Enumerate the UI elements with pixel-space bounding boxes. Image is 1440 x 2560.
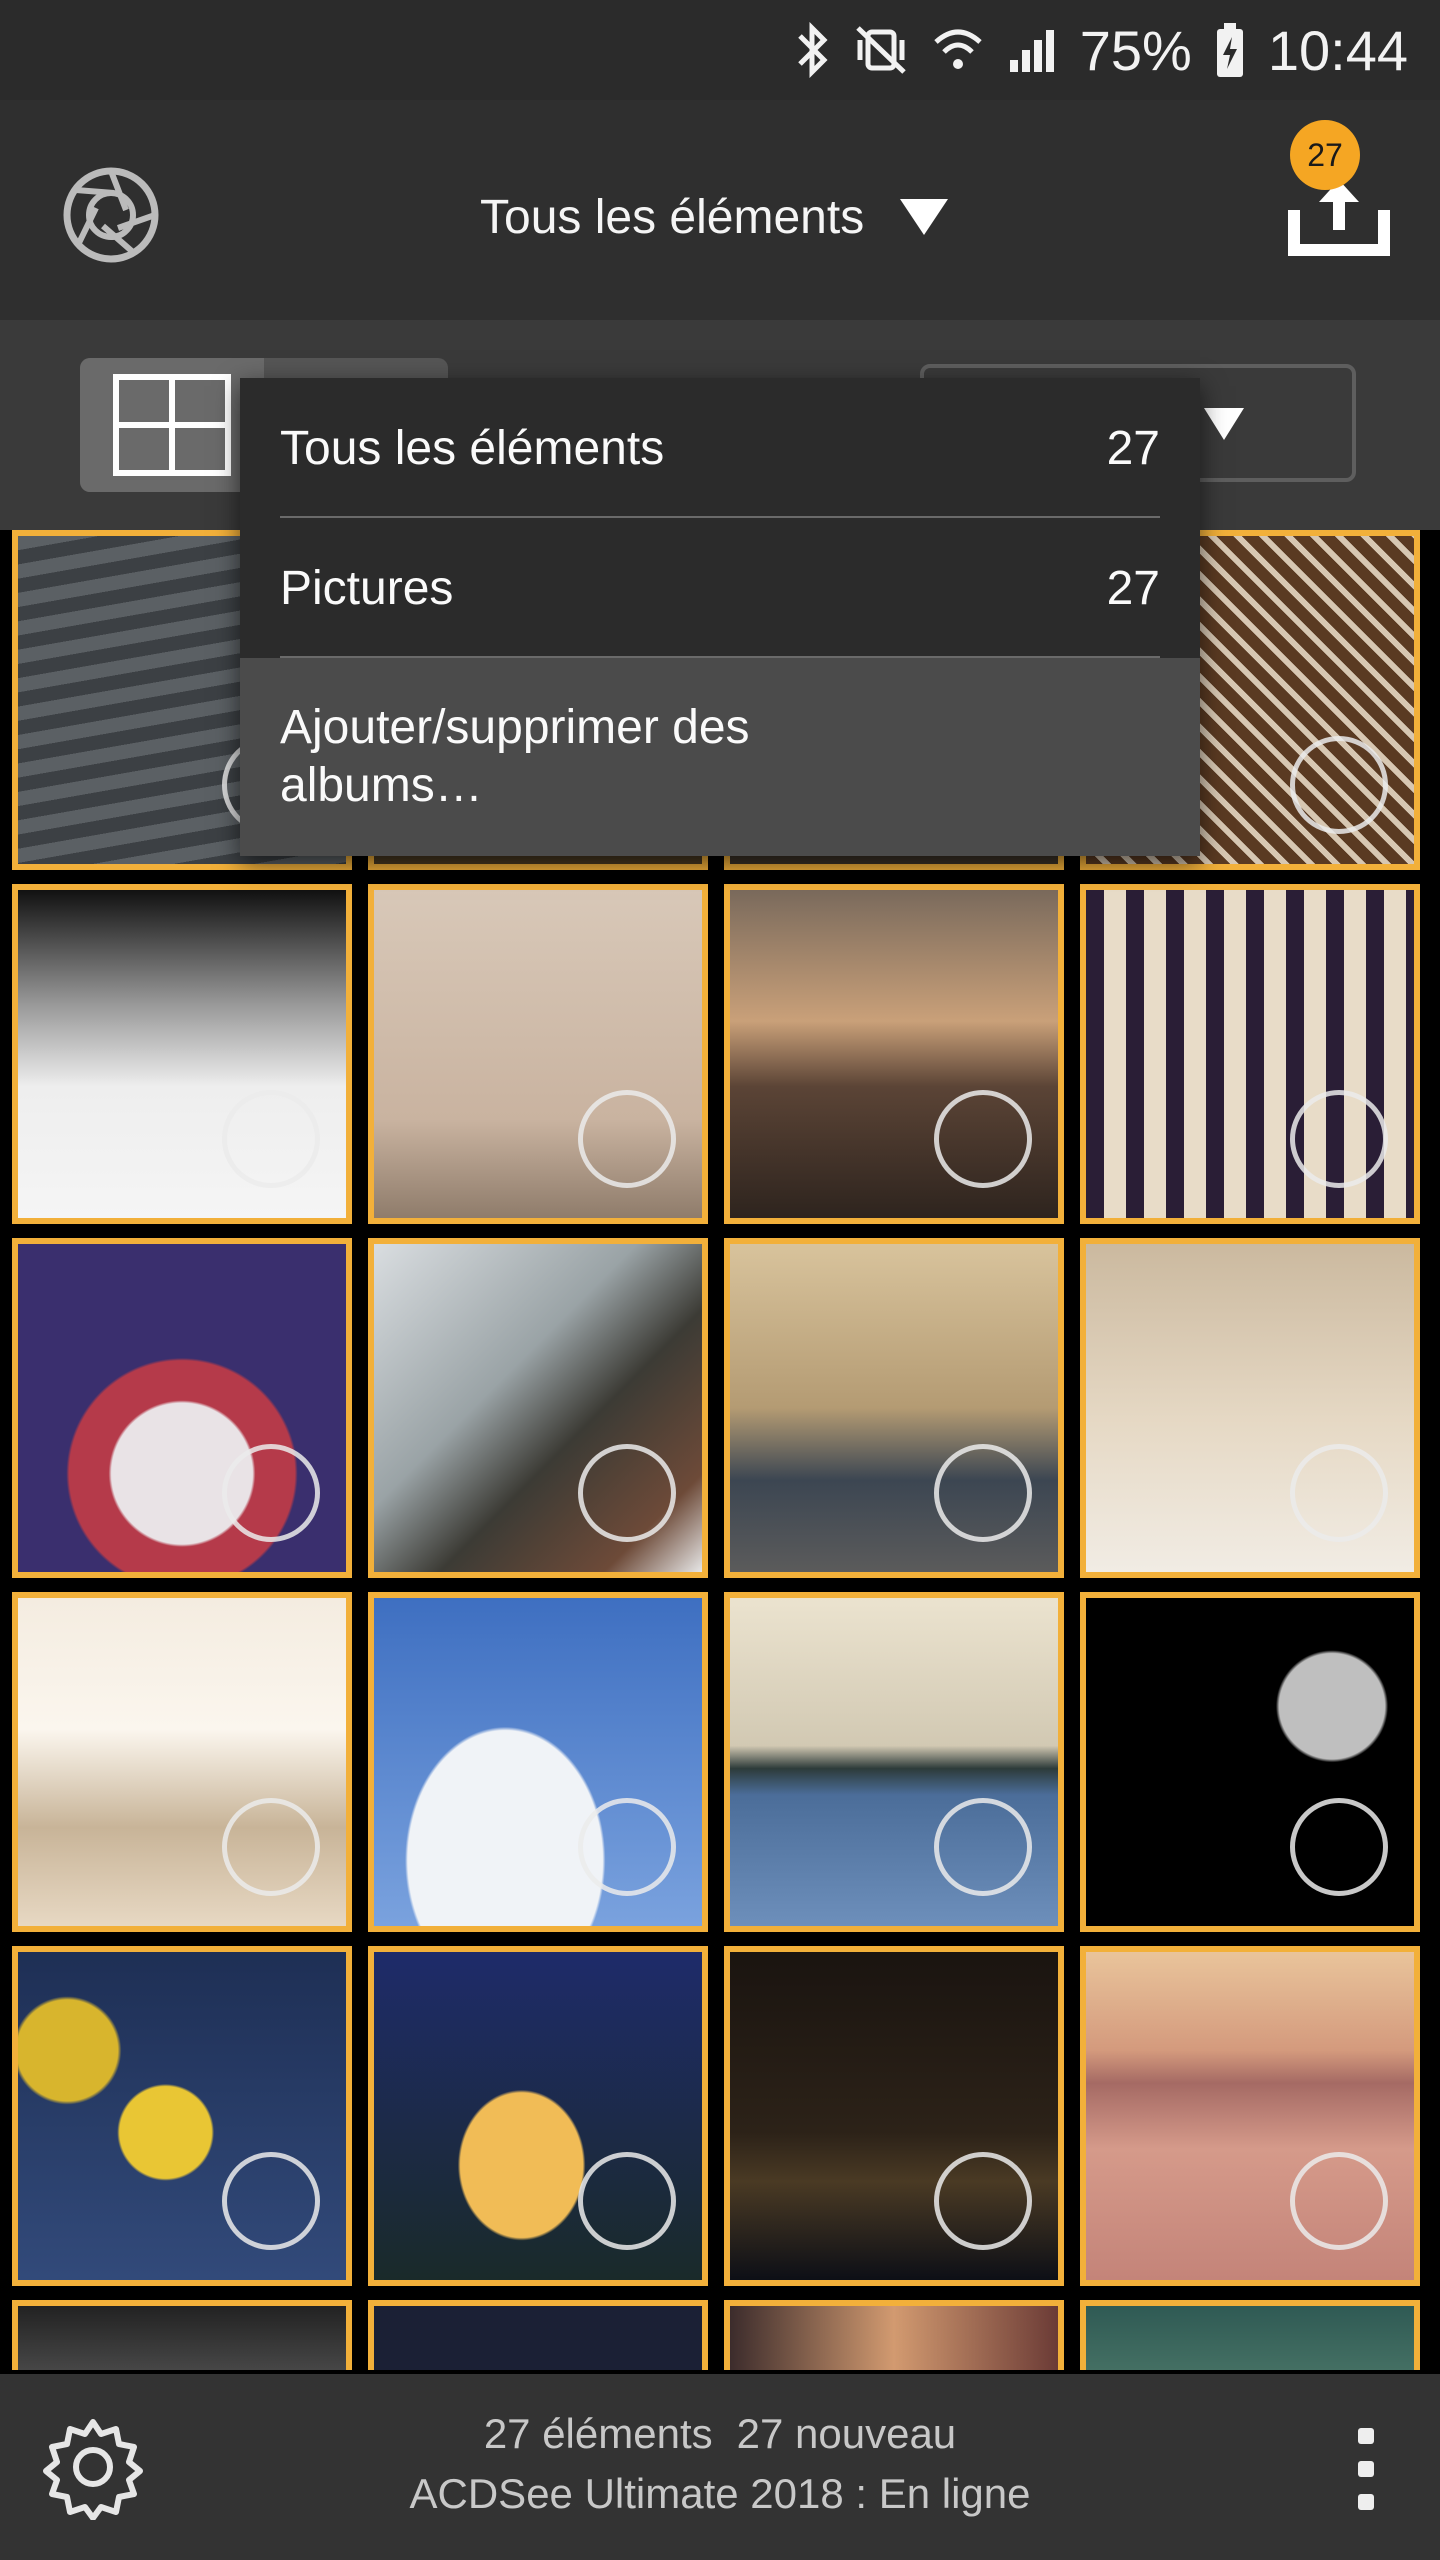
select-circle[interactable] bbox=[222, 2152, 320, 2250]
select-circle[interactable] bbox=[934, 1090, 1032, 1188]
thumbnail-tile[interactable] bbox=[724, 1946, 1064, 2286]
upload-count-badge: 27 bbox=[1290, 120, 1360, 190]
select-circle[interactable] bbox=[222, 1090, 320, 1188]
thumbnail-tile[interactable] bbox=[368, 884, 708, 1224]
total-items-label: 27 éléments bbox=[483, 2410, 713, 2457]
battery-charging-icon bbox=[1214, 21, 1246, 79]
partial-thumbnail bbox=[730, 2306, 1058, 2370]
menu-item-all-items[interactable]: Tous les éléments 27 bbox=[240, 378, 1200, 518]
select-circle[interactable] bbox=[934, 1444, 1032, 1542]
thumbnail-tile[interactable] bbox=[1080, 1946, 1420, 2286]
connection-status: ACDSee Ultimate 2018 : En ligne bbox=[409, 2470, 1031, 2517]
album-dropdown-menu: Tous les éléments 27 Pictures 27 Ajouter… bbox=[240, 378, 1200, 856]
wifi-icon bbox=[932, 22, 984, 78]
thumbnail-tile[interactable] bbox=[12, 1238, 352, 1578]
grid-icon bbox=[113, 374, 231, 476]
select-circle[interactable] bbox=[934, 2152, 1032, 2250]
bottom-bar: 27 éléments 27 nouveau ACDSee Ultimate 20… bbox=[0, 2374, 1440, 2560]
thumbnail-tile[interactable] bbox=[1080, 1238, 1420, 1578]
thumbnail-tile[interactable] bbox=[12, 884, 352, 1224]
sort-dropdown-arrow-icon bbox=[1204, 408, 1244, 440]
menu-item-label: Pictures bbox=[280, 561, 454, 615]
grid-view-button[interactable] bbox=[80, 358, 264, 492]
select-circle[interactable] bbox=[222, 1798, 320, 1896]
select-circle[interactable] bbox=[222, 1444, 320, 1542]
partial-thumbnail bbox=[18, 2306, 346, 2370]
album-title: Tous les éléments bbox=[480, 190, 865, 244]
clock: 10:44 bbox=[1267, 18, 1408, 82]
status-bar: 75% 10:44 bbox=[0, 0, 1440, 100]
app-bar: Tous les éléments 27 bbox=[0, 100, 1440, 320]
select-circle[interactable] bbox=[1290, 2152, 1388, 2250]
menu-item-count: 27 bbox=[1106, 421, 1160, 475]
thumbnail-tile[interactable] bbox=[368, 1238, 708, 1578]
new-items-label: 27 nouveau bbox=[736, 2410, 957, 2457]
select-circle[interactable] bbox=[578, 1090, 676, 1188]
thumbnail-tile[interactable] bbox=[368, 1592, 708, 1932]
thumbnail-tile[interactable] bbox=[12, 2300, 352, 2370]
dropdown-arrow-icon bbox=[900, 199, 949, 235]
menu-item-manage-albums[interactable]: Ajouter/supprimer des albums… bbox=[240, 658, 1200, 856]
select-circle[interactable] bbox=[934, 1798, 1032, 1896]
thumbnail-tile[interactable] bbox=[368, 1946, 708, 2286]
thumbnail-tile[interactable] bbox=[724, 1238, 1064, 1578]
menu-item-label: Ajouter/supprimer des albums… bbox=[280, 701, 750, 812]
select-circle[interactable] bbox=[1290, 736, 1388, 834]
thumbnail-tile[interactable] bbox=[368, 2300, 708, 2370]
bluetooth-icon bbox=[794, 22, 830, 78]
thumbnail-tile[interactable] bbox=[1080, 1592, 1420, 1932]
partial-thumbnail bbox=[374, 2306, 702, 2370]
item-count-summary: 27 éléments 27 nouveau bbox=[0, 2410, 1440, 2458]
thumbnail-tile[interactable] bbox=[724, 884, 1064, 1224]
partial-thumbnail bbox=[1086, 2306, 1414, 2370]
signal-icon bbox=[1006, 22, 1058, 78]
thumbnail-tile[interactable] bbox=[1080, 884, 1420, 1224]
menu-item-label: Tous les éléments bbox=[280, 421, 665, 475]
battery-percent: 75% bbox=[1079, 18, 1192, 82]
thumbnail-tile[interactable] bbox=[1080, 2300, 1420, 2370]
camera-aperture-icon[interactable] bbox=[56, 160, 166, 270]
select-circle[interactable] bbox=[578, 2152, 676, 2250]
menu-item-pictures[interactable]: Pictures 27 bbox=[240, 518, 1200, 658]
thumbnail-tile[interactable] bbox=[12, 1592, 352, 1932]
select-circle[interactable] bbox=[1290, 1444, 1388, 1542]
thumbnail-tile[interactable] bbox=[724, 1592, 1064, 1932]
menu-item-count: 27 bbox=[1106, 561, 1160, 615]
select-circle[interactable] bbox=[578, 1798, 676, 1896]
more-options-icon[interactable] bbox=[1330, 2424, 1400, 2514]
album-dropdown[interactable]: Tous les éléments bbox=[480, 172, 949, 262]
thumbnail-tile[interactable] bbox=[12, 1946, 352, 2286]
select-circle[interactable] bbox=[578, 1444, 676, 1542]
vibrate-mute-icon bbox=[852, 22, 910, 78]
thumbnail-tile[interactable] bbox=[724, 2300, 1064, 2370]
select-circle[interactable] bbox=[1290, 1090, 1388, 1188]
select-circle[interactable] bbox=[1290, 1798, 1388, 1896]
